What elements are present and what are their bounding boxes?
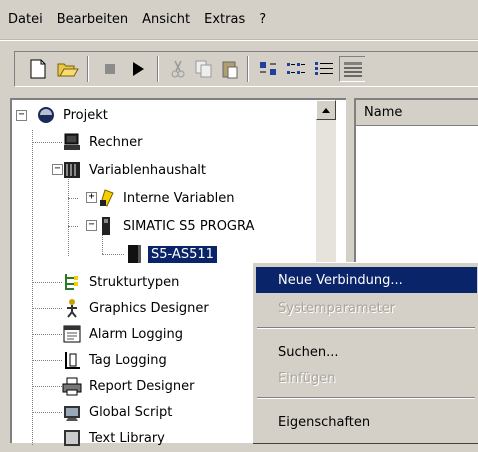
context-menu: Neue Verbindung... Systemparameter Suche… [252,262,478,443]
tree-item-graphics-designer[interactable]: Graphics Designer [62,297,212,319]
small-icons-icon[interactable] [283,56,309,82]
tree-label: Tag Logging [89,352,167,368]
tree-item-tag-logging[interactable]: Tag Logging [62,349,170,371]
tree-line [32,360,62,361]
menu-separator [257,397,475,399]
tree-line [32,386,62,387]
menu-item-einfuegen[interactable]: Einfügen [256,365,477,391]
tag-logging-icon [62,350,82,370]
menu-item-systemparameter[interactable]: Systemparameter [256,295,477,321]
tree-item-report-designer[interactable]: Report Designer [62,375,197,397]
tree-item-strukturtypen[interactable]: Strukturtypen [62,271,182,293]
tree-item-simatic-s5[interactable]: SIMATIC S5 PROGRA [96,215,257,237]
tree-line [32,282,62,283]
scroll-up-button[interactable] [316,100,336,120]
menu-help[interactable]: ? [259,12,266,27]
tree-item-alarm-logging[interactable]: Alarm Logging [62,323,186,345]
list-icon[interactable] [311,56,337,82]
tree-label: Text Library [89,430,165,446]
tree-label: Global Script [89,404,173,420]
menu-bar: Datei Bearbeiten Ansicht Extras ? [0,0,478,40]
tree-label: Report Designer [89,378,195,394]
tree-line [32,334,62,335]
large-icons-icon[interactable] [255,56,281,82]
tree-item-variablenhaushalt[interactable]: Variablenhaushalt [62,159,209,181]
toolbar [0,40,478,96]
project-icon [36,105,56,125]
column-header-name[interactable]: Name [356,100,478,126]
details-icon[interactable] [339,56,365,82]
menu-extras[interactable]: Extras [204,12,245,27]
tree-line [68,174,69,256]
tree-label: Interne Variablen [123,190,235,206]
tree-line [32,412,62,413]
computer-icon [62,132,82,152]
tree-line [32,142,62,143]
tree-line [68,198,78,199]
menu-item-label: Eigenschaften [278,414,371,430]
tree-label: Graphics Designer [89,300,209,316]
menu-item-label: Einfügen [278,370,336,386]
toolbar-separator [157,56,159,82]
tree-label: Alarm Logging [89,326,183,342]
channel-unit-icon [124,244,144,264]
menu-item-suchen[interactable]: Suchen... [256,339,477,365]
play-icon[interactable] [125,56,151,82]
tree-line [32,130,33,445]
arrow-up-icon [322,108,330,113]
menu-item-neue-verbindung[interactable]: Neue Verbindung... [256,267,477,293]
cut-icon[interactable] [165,56,191,82]
open-icon[interactable] [55,56,81,82]
alarm-logging-icon [62,324,82,344]
column-header-label: Name [364,105,403,120]
driver-icon [96,216,116,236]
structure-types-icon [62,272,82,292]
toolbar-frame [14,51,478,87]
tree-item-s5-as511[interactable]: S5-AS511 [124,243,218,265]
graphics-designer-icon [62,298,82,318]
printer-icon [62,376,82,396]
text-library-icon [62,428,82,448]
copy-icon[interactable] [191,56,217,82]
tree-line [68,226,78,227]
toolbar-separator [87,56,89,82]
tree-item-global-script[interactable]: Global Script [62,401,175,423]
tree-item-projekt[interactable]: Projekt [36,104,111,126]
tree-item-rechner[interactable]: Rechner [62,131,145,153]
menu-separator [257,327,475,329]
tree-label: Variablenhaushalt [89,162,207,178]
tree-label: Rechner [89,134,143,150]
menu-ansicht[interactable]: Ansicht [142,12,190,27]
toolbar-separator [247,56,249,82]
tree-label: S5-AS511 [147,244,218,264]
tree-label: Strukturtypen [89,274,180,290]
tree-line [102,254,124,255]
stop-icon[interactable] [97,56,123,82]
menu-bearbeiten[interactable]: Bearbeiten [57,12,128,27]
tree-line [32,308,62,309]
tag-management-icon [62,160,82,180]
internal-tags-icon [96,188,116,208]
collapse-icon[interactable]: − [16,110,27,121]
tree-label: SIMATIC S5 PROGRA [123,218,255,234]
tree-label: Projekt [63,107,108,123]
paste-icon[interactable] [217,56,243,82]
menu-item-eigenschaften[interactable]: Eigenschaften [256,409,477,435]
menu-item-label: Systemparameter [278,300,396,316]
menu-datei[interactable]: Datei [8,12,43,27]
menu-item-label: Suchen... [278,344,339,360]
tree-item-interne-variablen[interactable]: Interne Variablen [96,187,238,209]
new-icon[interactable] [25,56,51,82]
tree-item-text-library[interactable]: Text Library [62,427,168,449]
menu-item-label: Neue Verbindung... [278,272,403,288]
global-script-icon [62,402,82,422]
